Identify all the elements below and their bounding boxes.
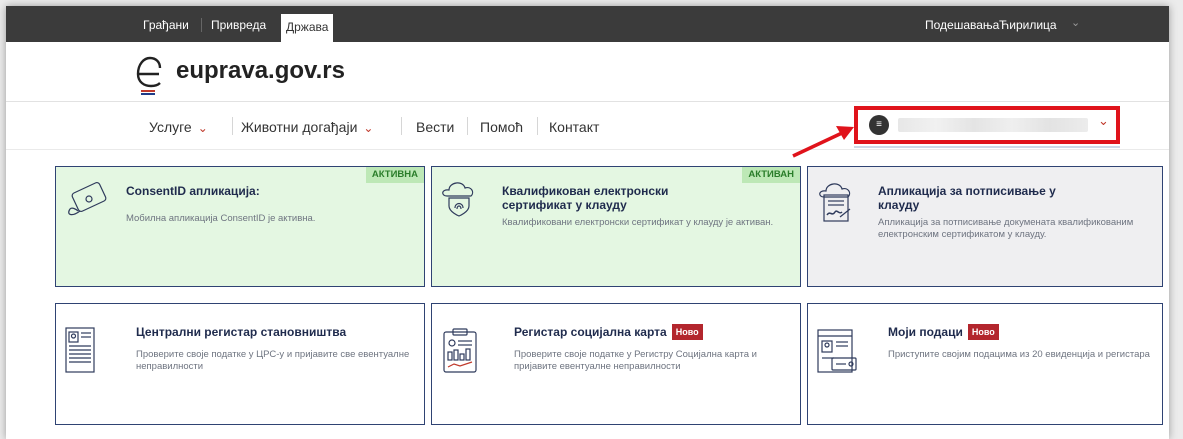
header-divider — [6, 101, 1169, 102]
status-badge: АКТИВНА — [365, 167, 424, 183]
nav-news[interactable]: Вести — [416, 116, 454, 138]
card-description: Квалификовани електронски сертификат у к… — [502, 217, 774, 228]
chevron-down-icon: ⌄ — [197, 121, 208, 135]
nav-divider — [232, 117, 233, 135]
status-badge: АКТИВАН — [742, 167, 800, 183]
chevron-down-icon[interactable]: ⌄ — [1066, 12, 1085, 34]
cloud-fingerprint-icon — [442, 182, 474, 217]
tab-government[interactable]: Држава — [281, 14, 334, 42]
clipboard-chart-icon — [443, 328, 477, 373]
card-title: Апликација за потписивање у клауду — [878, 184, 1056, 212]
nav-contact[interactable]: Контакт — [549, 116, 599, 138]
card-title: Централни регистар становништва — [136, 325, 347, 339]
card-title: Моји подаци Ново — [888, 324, 999, 340]
tab-citizens[interactable]: Грађани — [138, 14, 194, 36]
card-cloud-signing[interactable]: Апликација за потписивање у клауду Аплик… — [807, 166, 1163, 287]
card-my-data[interactable]: Моји подаци Ново Приступите својим подаци… — [807, 303, 1163, 425]
e-logo-icon — [136, 56, 162, 95]
tab-business[interactable]: Привреда — [206, 14, 271, 36]
card-title: ConsentID апликација: — [126, 184, 260, 198]
card-consentid[interactable]: ConsentID апликација: АКТИВНА Мобилна ап… — [55, 166, 425, 287]
user-underline — [854, 146, 1120, 148]
card-description: Проверите своје податке у ЦРС-у и пријав… — [136, 349, 410, 372]
nav-services-label: Услуге — [149, 119, 192, 135]
user-avatar-icon: ≡ — [869, 115, 889, 135]
nav-life-events[interactable]: Животни догађаји ⌄ — [241, 116, 373, 138]
nav-divider — [537, 117, 538, 135]
chevron-down-icon: ⌄ — [363, 121, 374, 135]
blurred-username — [898, 118, 1088, 132]
nav-life-events-label: Животни догађаји — [241, 119, 358, 135]
card-central-registry[interactable]: Централни регистар становништва Проверит… — [55, 303, 425, 425]
card-cloud-certificate[interactable]: Квалификован електронски сертификат у кл… — [431, 166, 801, 287]
divider — [201, 18, 202, 32]
card-description: Приступите својим подацима из 20 евиденц… — [888, 349, 1150, 360]
language-selector[interactable]: Ћирилица — [994, 14, 1062, 36]
card-title-text: Моји подаци — [888, 325, 963, 339]
card-title: Квалификован електронски сертификат у кл… — [502, 184, 669, 212]
card-description: Апликација за потписивање докумената ква… — [878, 217, 1134, 240]
page: Грађани Привреда Држава Подешавања Ћирил… — [6, 6, 1169, 439]
nav-divider-line — [6, 149, 1169, 150]
card-description: Проверите своје податке у Регистру Социј… — [514, 349, 757, 372]
document-profile-icon — [65, 327, 95, 373]
new-badge: Ново — [967, 324, 999, 340]
user-account-dropdown[interactable]: ≡ ⌄ — [854, 106, 1120, 144]
new-badge: Ново — [671, 324, 703, 340]
card-social-card-registry[interactable]: Регистар социјална карта Ново Проверите с… — [431, 303, 801, 425]
top-bar: Грађани Привреда Држава Подешавања Ћирил… — [6, 6, 1169, 42]
card-description: Мобилна апликација ConsentID је активна. — [126, 213, 316, 224]
nav-divider — [401, 117, 402, 135]
card-title-text: Регистар социјална карта — [514, 325, 667, 339]
id-card-icon — [68, 181, 107, 216]
nav-services[interactable]: Услуге ⌄ — [149, 116, 208, 138]
browser-profile-icon — [817, 329, 857, 373]
cloud-signature-icon — [819, 183, 851, 222]
nav-divider — [467, 117, 468, 135]
logo-text: euprava.gov.rs — [176, 57, 345, 84]
settings-link[interactable]: Подешавања — [920, 14, 1004, 36]
chevron-down-icon: ⌄ — [1098, 113, 1109, 128]
nav-help[interactable]: Помоћ — [480, 116, 523, 138]
card-title: Регистар социјална карта Ново — [514, 324, 703, 340]
